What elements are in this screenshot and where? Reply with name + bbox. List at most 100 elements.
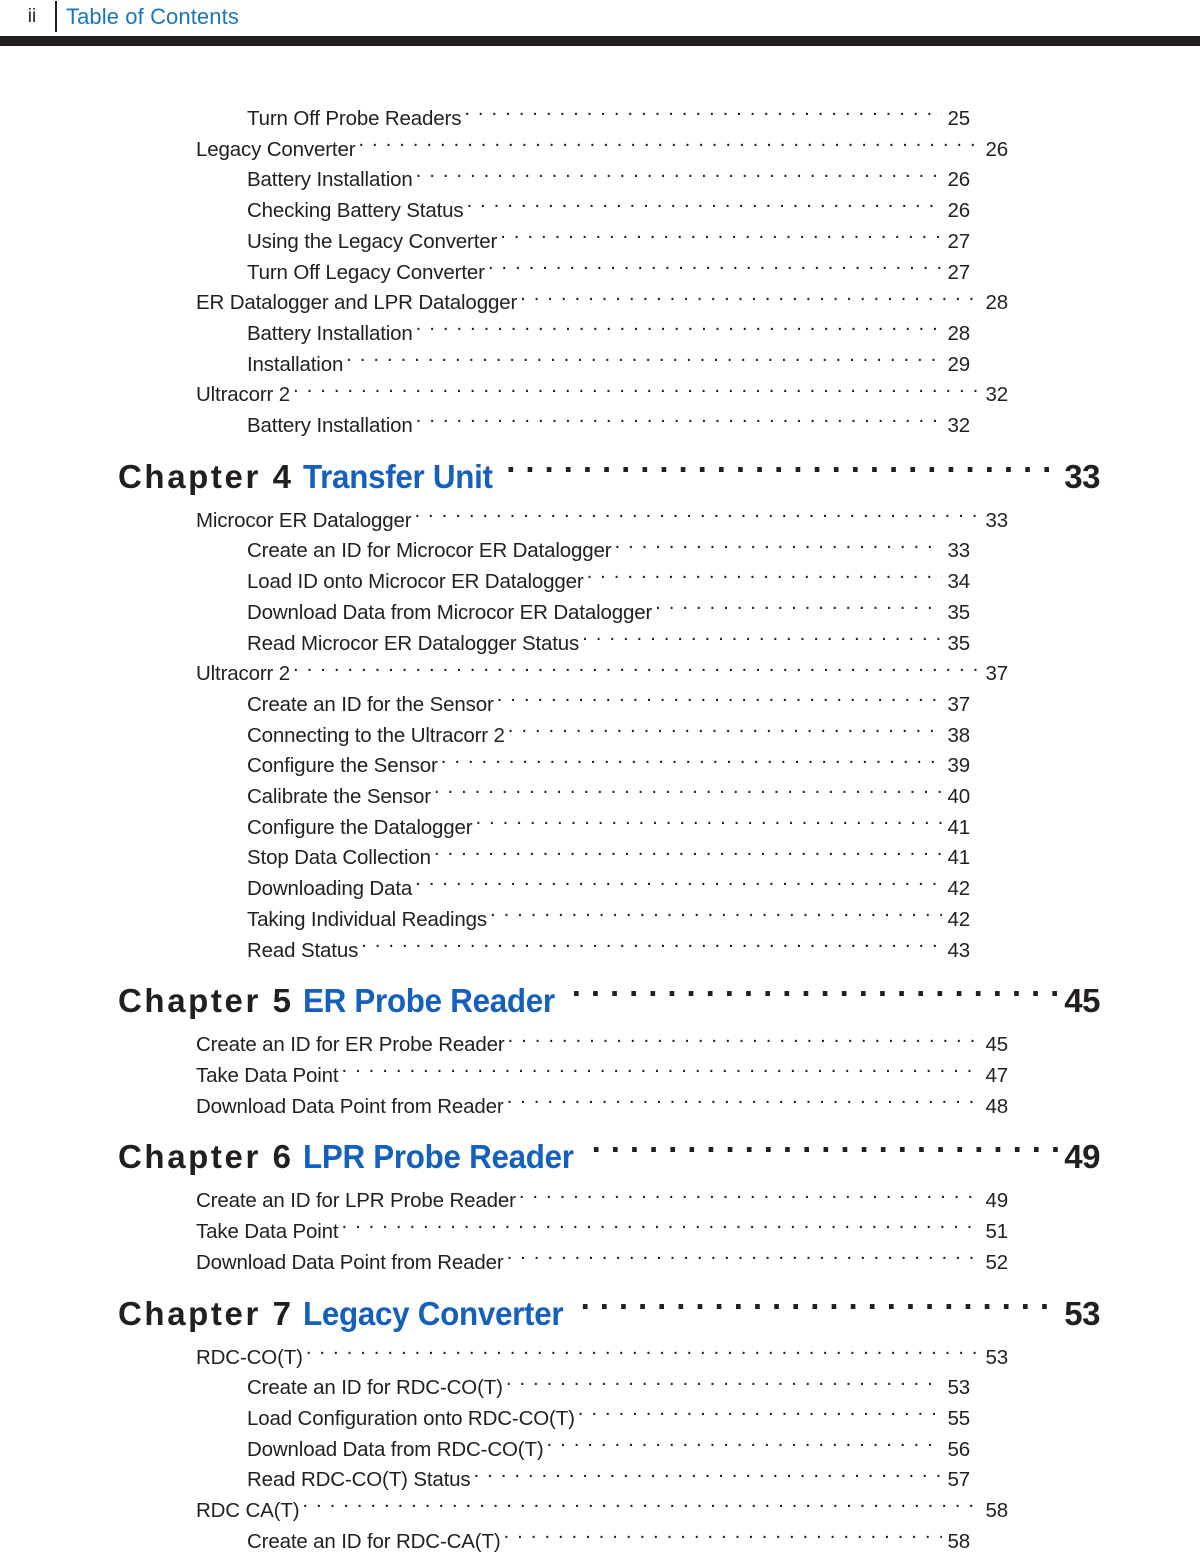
toc-page-number: 45 bbox=[985, 1033, 1008, 1057]
toc-entry-level-1[interactable]: Ultracorr 2 37 bbox=[196, 659, 1008, 690]
toc-entry-level-2[interactable]: Battery Installation 32 bbox=[247, 411, 970, 442]
toc-chapter-entry[interactable]: Chapter 4Transfer Unit 33 bbox=[118, 451, 1101, 503]
toc-chapter-number: Chapter 5 bbox=[118, 982, 294, 1020]
toc-entry-level-2[interactable]: Battery Installation 28 bbox=[247, 319, 970, 350]
toc-entry-level-2[interactable]: Create an ID for Microcor ER Datalogger 3… bbox=[247, 536, 970, 567]
leader-dots bbox=[508, 721, 942, 742]
leader-dots bbox=[578, 1404, 942, 1425]
toc-chapter-entry[interactable]: Chapter 5ER Probe Reader 45 bbox=[118, 975, 1101, 1027]
leader-dots bbox=[434, 783, 942, 804]
toc-entry-label: Load Configuration onto RDC-CO(T) bbox=[247, 1406, 575, 1430]
leader-dots bbox=[519, 1187, 980, 1208]
toc-entry-label: Create an ID for the Sensor bbox=[247, 692, 494, 716]
toc-entry-level-1[interactable]: Create an ID for ER Probe Reader 45 bbox=[196, 1030, 1008, 1061]
leader-dots bbox=[474, 1466, 942, 1487]
toc-entry-level-1[interactable]: RDC-CO(T) 53 bbox=[196, 1343, 1008, 1374]
toc-page-number: 29 bbox=[947, 352, 970, 376]
toc-entry-level-2[interactable]: Battery Installation 26 bbox=[247, 165, 970, 196]
toc-entry-level-1[interactable]: Download Data Point from Reader 52 bbox=[196, 1248, 1008, 1279]
toc-entry-level-2[interactable]: Using the Legacy Converter 27 bbox=[247, 227, 970, 258]
toc-entry-label: Legacy Converter bbox=[196, 137, 356, 161]
toc-entry-level-2[interactable]: Stop Data Collection 41 bbox=[247, 843, 970, 874]
toc-entry-level-2[interactable]: Load ID onto Microcor ER Datalogger 34 bbox=[247, 567, 970, 598]
toc-chapter-entry[interactable]: Chapter 6LPR Probe Reader 49 bbox=[118, 1131, 1101, 1183]
toc-page-number: 35 bbox=[947, 631, 970, 655]
toc-page-number: 48 bbox=[985, 1094, 1008, 1118]
toc-entry-level-1[interactable]: Create an ID for LPR Probe Reader 49 bbox=[196, 1186, 1008, 1217]
toc-entry-label: Create an ID for Microcor ER Datalogger bbox=[247, 539, 612, 563]
toc-entry-level-1[interactable]: Legacy Converter 26 bbox=[196, 135, 1008, 166]
toc-entry-level-2[interactable]: Load Configuration onto RDC-CO(T) 55 bbox=[247, 1404, 970, 1435]
toc-entry-level-2[interactable]: Checking Battery Status 26 bbox=[247, 196, 970, 227]
toc-page-number: 41 bbox=[947, 815, 970, 839]
toc-page-number: 37 bbox=[985, 662, 1008, 686]
toc-page-number: 37 bbox=[947, 692, 970, 716]
toc-entry-level-2[interactable]: Create an ID for RDC-CA(T) 58 bbox=[247, 1527, 970, 1558]
toc-entry-label: Configure the Sensor bbox=[247, 754, 438, 778]
toc-entry-level-2[interactable]: Download Data from Microcor ER Datalogge… bbox=[247, 598, 970, 629]
toc-entry-level-2[interactable]: Create an ID for the Sensor 37 bbox=[247, 690, 970, 721]
toc-entry-label: Using the Legacy Converter bbox=[247, 229, 498, 253]
toc-entry-level-2[interactable]: Calibrate the Sensor 40 bbox=[247, 782, 970, 813]
toc-page-number: 33 bbox=[947, 539, 970, 563]
toc-page-number: 57 bbox=[947, 1468, 970, 1492]
leader-dots bbox=[614, 537, 942, 558]
toc-entry-level-2[interactable]: Installation 29 bbox=[247, 350, 970, 381]
leader-dots bbox=[500, 227, 942, 248]
toc-entry-level-1[interactable]: Microcor ER Datalogger 33 bbox=[196, 506, 1008, 537]
toc-page-number: 40 bbox=[947, 785, 970, 809]
page-folio-number: ii bbox=[27, 6, 37, 27]
leader-dots bbox=[341, 1061, 980, 1082]
toc-entry-label: Read Microcor ER Datalogger Status bbox=[247, 631, 580, 655]
toc-entry-level-1[interactable]: Ultracorr 2 32 bbox=[196, 380, 1008, 411]
toc-entry-label: Taking Individual Readings bbox=[247, 907, 487, 931]
toc-entry-level-2[interactable]: Turn Off Legacy Converter 27 bbox=[247, 258, 970, 289]
toc-entry-level-2[interactable]: Connecting to the Ultracorr 2 38 bbox=[247, 721, 970, 752]
leader-dots bbox=[655, 598, 942, 619]
toc-entry-level-2[interactable]: Read Microcor ER Datalogger Status 35 bbox=[247, 629, 970, 660]
toc-entry-level-2[interactable]: Configure the Sensor 39 bbox=[247, 751, 970, 782]
toc-entry-level-1[interactable]: Download Data Point from Reader 48 bbox=[196, 1092, 1008, 1123]
leader-dots bbox=[508, 1031, 980, 1052]
toc-entry-label: Read Status bbox=[247, 938, 359, 962]
toc-entry-label: Calibrate the Sensor bbox=[247, 785, 431, 809]
toc-entry-level-1[interactable]: ER Datalogger and LPR Datalogger 28 bbox=[196, 288, 1008, 319]
toc-page-number: 56 bbox=[947, 1437, 970, 1461]
toc-entry-label: Turn Off Probe Readers bbox=[247, 107, 462, 130]
toc-page-number: 49 bbox=[1064, 1138, 1100, 1176]
toc-entry-label: Download Data Point from Reader bbox=[196, 1250, 504, 1274]
toc-entry-level-1[interactable]: Take Data Point 47 bbox=[196, 1061, 1008, 1092]
toc-page-number: 51 bbox=[985, 1220, 1008, 1244]
toc-entry-level-2[interactable]: Turn Off Probe Readers 25 bbox=[247, 104, 970, 135]
toc-entry-level-2[interactable]: Taking Individual Readings 42 bbox=[247, 905, 970, 936]
toc-entry-level-2[interactable]: Read RDC-CO(T) Status 57 bbox=[247, 1465, 970, 1496]
page-header: ii Table of Contents bbox=[0, 0, 1200, 46]
toc-entry-level-2[interactable]: Downloading Data 42 bbox=[247, 874, 970, 905]
leader-dots bbox=[572, 979, 1060, 1012]
toc-page-number: 41 bbox=[947, 846, 970, 870]
toc-entry-label: RDC-CO(T) bbox=[196, 1345, 303, 1369]
toc-chapter-title: Transfer Unit bbox=[302, 457, 493, 495]
toc-entry-level-2[interactable]: Download Data from RDC-CO(T) 56 bbox=[247, 1435, 970, 1466]
leader-dots bbox=[293, 381, 980, 402]
toc-page-number: 27 bbox=[947, 260, 970, 284]
toc-entry-level-2[interactable]: Configure the Datalogger 41 bbox=[247, 813, 970, 844]
leader-dots bbox=[475, 813, 942, 834]
toc-entry-level-2[interactable]: Create an ID for RDC-CO(T) 53 bbox=[247, 1373, 970, 1404]
leader-dots bbox=[587, 568, 942, 589]
toc-entry-label: Download Data from RDC-CO(T) bbox=[247, 1437, 544, 1461]
toc-page-number: 32 bbox=[947, 414, 970, 438]
toc-chapter-entry[interactable]: Chapter 7Legacy Converter 53 bbox=[118, 1288, 1101, 1340]
leader-dots bbox=[361, 936, 942, 957]
toc-entry-label: Download Data from Microcor ER Datalogge… bbox=[247, 600, 653, 624]
toc-page-number: 53 bbox=[947, 1376, 970, 1400]
toc-page-number: 26 bbox=[985, 137, 1008, 161]
toc-entry-level-2[interactable]: Read Status 43 bbox=[247, 936, 970, 967]
leader-dots bbox=[416, 166, 942, 187]
toc-entry-level-1[interactable]: RDC CA(T) 58 bbox=[196, 1496, 1008, 1527]
toc-entry-level-1[interactable]: Take Data Point 51 bbox=[196, 1217, 1008, 1248]
leader-dots bbox=[434, 844, 942, 865]
toc-page-number: 58 bbox=[947, 1529, 970, 1553]
toc-page-number: 26 bbox=[947, 168, 970, 192]
leader-dots bbox=[414, 506, 980, 527]
